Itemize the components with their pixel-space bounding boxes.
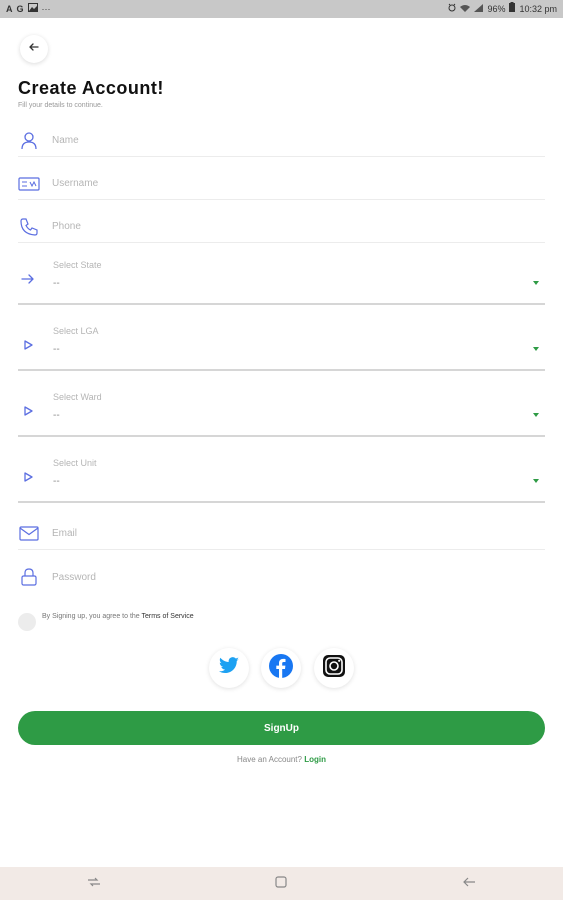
gallery-icon (27, 0, 38, 18)
status-time: 10:32 pm (519, 4, 557, 14)
play-icon (18, 335, 38, 355)
phone-icon (18, 216, 40, 238)
navigation-bar (0, 867, 563, 900)
alarm-icon (448, 0, 456, 18)
status-app-icon-g: G (16, 4, 24, 14)
select-state-label: Select State (53, 260, 102, 270)
battery-icon (509, 0, 516, 18)
chevron-down-icon (533, 413, 539, 417)
select-ward-value: -- (53, 410, 60, 421)
mail-icon (18, 523, 40, 545)
recent-apps-icon (87, 875, 101, 893)
have-account-text: Have an Account? (237, 755, 305, 764)
terms-text: By Signing up, you agree to the Terms of… (42, 613, 194, 620)
login-row: Have an Account? Login (0, 755, 563, 764)
page-title: Create Account! (18, 78, 164, 98)
username-field[interactable]: Username (18, 168, 545, 200)
arrow-right-icon (18, 269, 38, 289)
back-button[interactable] (20, 35, 48, 63)
signal-icon (474, 0, 484, 18)
login-link[interactable]: Login (304, 755, 326, 764)
name-field[interactable]: Name (18, 125, 545, 157)
recent-apps-button[interactable] (79, 869, 109, 899)
home-button[interactable] (266, 869, 296, 899)
page-subtitle: Fill your details to continue. (18, 102, 103, 109)
status-more-dots: ··· (41, 4, 51, 14)
twitter-button[interactable] (209, 648, 249, 688)
chevron-down-icon (533, 281, 539, 285)
select-unit-value: -- (53, 476, 60, 487)
arrow-left-icon (462, 875, 476, 893)
select-unit[interactable]: Select Unit -- (18, 453, 545, 503)
status-right: 96% 10:32 pm (448, 0, 557, 18)
instagram-button[interactable] (314, 648, 354, 688)
select-state-value: -- (53, 278, 60, 289)
status-left: A G ··· (6, 0, 51, 18)
select-ward-label: Select Ward (53, 392, 102, 402)
home-icon (275, 875, 288, 893)
terms-checkbox[interactable] (18, 613, 36, 631)
play-icon (18, 467, 38, 487)
terms-of-service-link[interactable]: Terms of Service (142, 613, 194, 620)
email-field[interactable]: Email (18, 518, 545, 550)
wifi-icon (460, 0, 471, 18)
select-lga[interactable]: Select LGA -- (18, 321, 545, 371)
terms-prefix: By Signing up, you agree to the (42, 612, 142, 620)
select-lga-label: Select LGA (53, 326, 99, 336)
arrow-left-icon (28, 40, 40, 58)
email-placeholder: Email (52, 528, 78, 539)
play-icon (18, 401, 38, 421)
twitter-icon (218, 656, 240, 680)
signup-button[interactable]: SignUp (18, 711, 545, 745)
system-back-button[interactable] (454, 869, 484, 899)
battery-level: 96% (487, 4, 506, 14)
select-lga-value: -- (53, 344, 60, 355)
phone-placeholder: Phone (52, 221, 81, 232)
user-icon (18, 130, 40, 152)
chevron-down-icon (533, 347, 539, 351)
select-ward[interactable]: Select Ward -- (18, 387, 545, 437)
facebook-button[interactable] (261, 648, 301, 688)
username-placeholder: Username (52, 178, 99, 189)
facebook-icon (269, 653, 293, 683)
password-field[interactable]: Password (18, 561, 545, 593)
select-state[interactable]: Select State -- (18, 255, 545, 305)
password-placeholder: Password (52, 571, 96, 583)
name-placeholder: Name (52, 135, 79, 146)
instagram-icon (323, 654, 345, 682)
status-bar: A G ··· 96% 10:32 pm (0, 0, 563, 18)
status-app-icon-a: A (6, 4, 13, 14)
select-unit-label: Select Unit (53, 458, 97, 468)
terms-row: By Signing up, you agree to the Terms of… (18, 605, 194, 631)
lock-icon (18, 566, 40, 588)
id-card-icon (18, 173, 40, 195)
phone-field[interactable]: Phone (18, 211, 545, 243)
chevron-down-icon (533, 479, 539, 483)
